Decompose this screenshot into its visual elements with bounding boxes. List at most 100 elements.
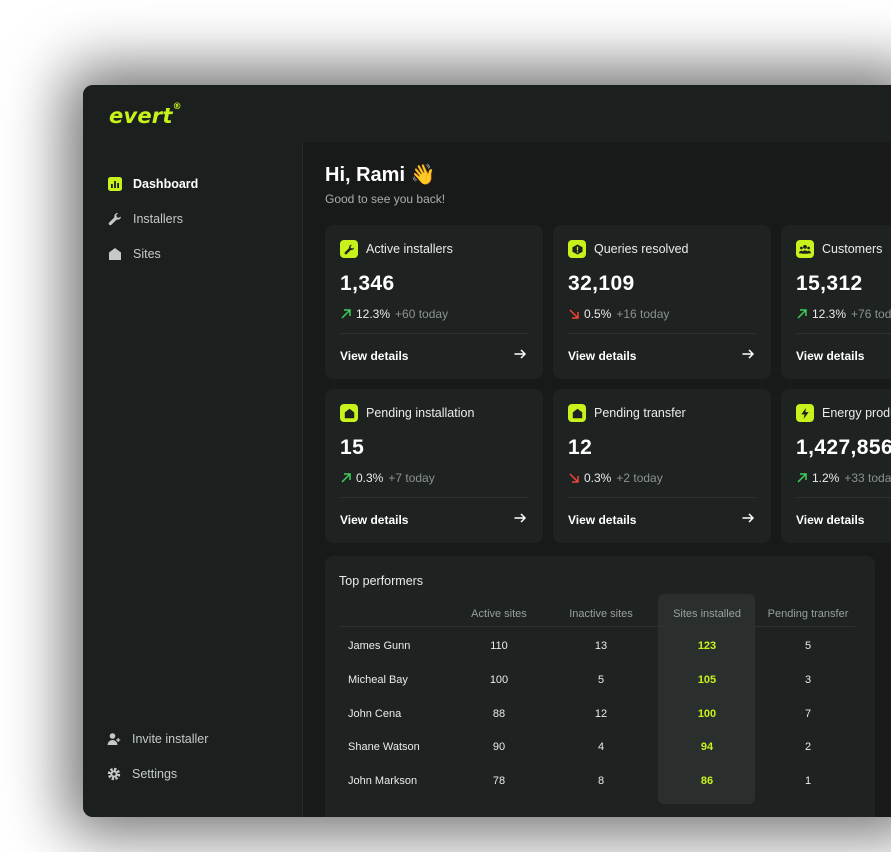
arrow-right-icon[interactable]	[513, 347, 527, 361]
card-divider	[568, 333, 756, 334]
arrow-right-icon[interactable]	[741, 511, 755, 525]
arrow-down-right-icon	[569, 309, 579, 319]
wrench-icon	[108, 212, 122, 226]
card-value: 32,109	[568, 272, 635, 295]
house-icon	[340, 404, 358, 422]
table-row[interactable]: John Markson 78 8 86 1	[325, 775, 875, 795]
card-title: Pending transfer	[594, 406, 686, 420]
sites-installed-cell: 123	[697, 640, 717, 652]
stat-card-queries-resolved: Queries resolved 32,109 0.5% +16 today Vi…	[553, 225, 771, 379]
sidebar-item-sites[interactable]: Sites	[108, 244, 161, 264]
card-value: 15,312	[796, 272, 863, 295]
inactive-sites-cell: 12	[594, 708, 608, 720]
house-icon	[108, 247, 122, 261]
stat-card-energy-produced: Energy produced 1,427,856 1.2%+33 today …	[781, 389, 891, 543]
sites-installed-cell: 105	[697, 674, 717, 686]
arrow-down-right-icon	[569, 473, 579, 483]
performer-name: John Markson	[348, 775, 418, 787]
app-window: evert® Dashboard Installers Sites Invite	[83, 85, 891, 817]
active-sites-cell: 78	[492, 775, 506, 787]
table-row[interactable]: James Gunn 110 13 123 5	[325, 640, 875, 660]
alert-icon	[568, 240, 586, 258]
view-details-link[interactable]: View details	[796, 349, 864, 363]
bolt-icon	[796, 404, 814, 422]
gear-icon	[107, 767, 121, 781]
sites-installed-cell: 100	[697, 708, 717, 720]
sidebar-item-label: Dashboard	[133, 177, 199, 191]
card-divider	[796, 333, 891, 334]
pending-transfer-cell: 5	[804, 640, 812, 652]
user-plus-icon	[107, 732, 121, 746]
sidebar-item-label: Settings	[132, 767, 178, 781]
sidebar-item-settings[interactable]: Settings	[107, 764, 177, 784]
column-header[interactable]: Active sites	[454, 608, 544, 620]
card-title: Active installers	[366, 242, 453, 256]
sidebar-item-label: Invite installer	[132, 732, 209, 746]
card-title: Queries resolved	[594, 242, 689, 256]
stat-card-active-installers: Active installers 1,346 12.3% +60 today V…	[325, 225, 543, 379]
sidebar-item-label: Sites	[133, 247, 161, 261]
view-details-link[interactable]: View details	[796, 513, 864, 527]
view-details-link[interactable]: View details	[568, 349, 636, 363]
active-sites-cell: 110	[490, 640, 508, 652]
stat-card-customers: Customers 15,312 12.3%+76 today View det…	[781, 225, 891, 379]
card-divider	[340, 333, 528, 334]
pending-transfer-cell: 1	[804, 775, 812, 787]
logo[interactable]: evert®	[109, 102, 182, 128]
card-change: 12.3%+76 today	[796, 307, 891, 321]
arrow-up-right-icon	[797, 309, 807, 319]
card-title: Pending installation	[366, 406, 475, 420]
performer-name: Shane Watson	[348, 741, 420, 753]
arrow-right-icon[interactable]	[741, 347, 755, 361]
inactive-sites-cell: 5	[597, 674, 605, 686]
active-sites-cell: 88	[492, 708, 506, 720]
top-performers-panel: Top performers Active sites Inactive sit…	[325, 556, 875, 817]
view-details-link[interactable]: View details	[568, 513, 636, 527]
column-header[interactable]: Inactive sites	[556, 608, 646, 620]
stat-card-pending-transfer: Pending transfer 12 0.3% +2 today View de…	[553, 389, 771, 543]
pending-transfer-cell: 2	[804, 741, 812, 753]
inactive-sites-cell: 4	[597, 741, 605, 753]
card-title: Customers	[822, 242, 883, 256]
card-change: 12.3% +60 today	[340, 307, 448, 321]
pending-transfer-cell: 3	[804, 674, 812, 686]
table-row[interactable]: John Cena 88 12 100 7	[325, 708, 875, 728]
wrench-icon	[340, 240, 358, 258]
sidebar-item-dashboard[interactable]: Dashboard	[108, 174, 198, 194]
card-value: 12	[568, 436, 593, 459]
panel-title: Top performers	[339, 574, 424, 588]
house-icon	[568, 404, 586, 422]
arrow-right-icon[interactable]	[513, 511, 527, 525]
card-change: 1.2%+33 today	[796, 471, 891, 485]
sites-installed-cell: 94	[700, 741, 714, 753]
column-header[interactable]: Pending transfer	[763, 608, 853, 620]
card-change: 0.5% +16 today	[568, 307, 669, 321]
page-subtitle: Good to see you back!	[325, 192, 446, 206]
arrow-up-right-icon	[341, 473, 351, 483]
performer-name: Micheal Bay	[348, 674, 408, 686]
inactive-sites-cell: 13	[594, 640, 608, 652]
view-details-link[interactable]: View details	[340, 349, 408, 363]
table-row[interactable]: Shane Watson 90 4 94 2	[325, 741, 875, 761]
card-change: 0.3% +7 today	[340, 471, 435, 485]
header-divider	[339, 626, 855, 627]
sidebar-item-installers[interactable]: Installers	[108, 209, 183, 229]
performer-name: James Gunn	[348, 640, 411, 652]
table-row[interactable]: Micheal Bay 100 5 105 3	[325, 674, 875, 694]
page-title: Hi, Rami 👋	[325, 164, 436, 186]
top-bar: evert®	[83, 85, 891, 142]
sites-installed-cell: 86	[700, 775, 714, 787]
card-value: 15	[340, 436, 365, 459]
sidebar-item-invite-installer[interactable]: Invite installer	[107, 729, 208, 749]
active-sites-cell: 100	[489, 674, 509, 686]
users-icon	[796, 240, 814, 258]
card-title: Energy produced	[822, 406, 891, 420]
bar-chart-icon	[108, 177, 122, 191]
column-header[interactable]: Sites installed	[662, 608, 752, 620]
sidebar: Dashboard Installers Sites Invite instal…	[83, 142, 303, 817]
view-details-link[interactable]: View details	[340, 513, 408, 527]
performer-name: John Cena	[348, 708, 402, 720]
inactive-sites-cell: 8	[597, 775, 605, 787]
arrow-up-right-icon	[341, 309, 351, 319]
pending-transfer-cell: 7	[804, 708, 812, 720]
